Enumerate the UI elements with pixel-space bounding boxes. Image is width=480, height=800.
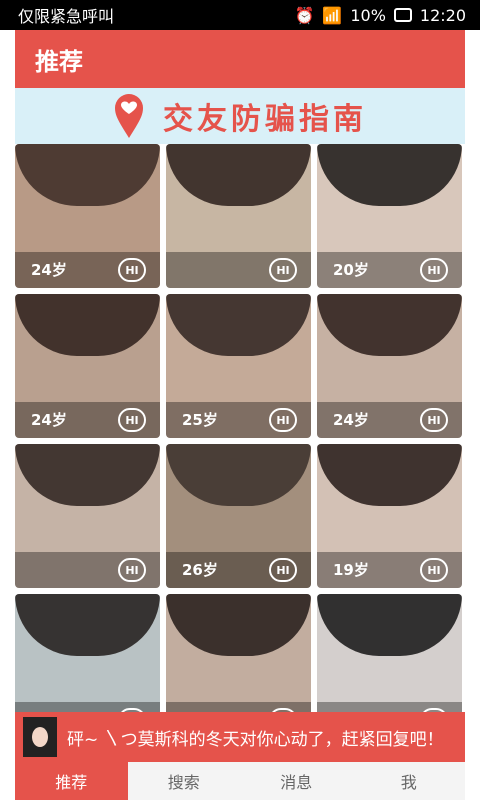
status-time: 12:20 — [419, 5, 466, 25]
profile-photo — [317, 294, 462, 356]
age-label: 24岁 — [31, 261, 67, 279]
age-label: 19岁 — [333, 561, 369, 579]
page-title: 推荐 — [35, 47, 83, 76]
battery-icon — [393, 8, 412, 22]
message-toast[interactable]: 砰~ 〵つ莫斯科的冬天对你心动了，赶紧回复吧！ — [15, 712, 465, 762]
app-bar: 推荐 — [15, 30, 465, 88]
status-right: ⏰ 📶 10% 12:20 — [294, 6, 480, 25]
alarm-icon: ⏰ — [294, 5, 315, 25]
age-label: 26岁 — [182, 561, 218, 579]
profile-card[interactable]: 19岁 HI — [317, 444, 462, 588]
profile-card[interactable]: 24岁 HI — [15, 294, 160, 438]
profile-card[interactable]: HI — [166, 594, 311, 714]
tab-search-label: 搜索 — [167, 773, 200, 792]
tab-me-label: 我 — [400, 773, 417, 792]
say-hi-button[interactable]: HI — [269, 558, 297, 582]
say-hi-button[interactable]: HI — [420, 258, 448, 282]
toast-avatar — [23, 717, 57, 757]
banner-text: 交友防骗指南 — [163, 102, 367, 137]
toast-text: 砰~ 〵つ莫斯科的冬天对你心动了，赶紧回复吧！ — [67, 729, 444, 750]
age-label: 24岁 — [333, 411, 369, 429]
profile-photo — [317, 144, 462, 206]
profile-card[interactable]: 26岁 HI — [166, 444, 311, 588]
profile-grid: 24岁HIHI20岁HI24岁HI25岁HI24岁HIHI26岁HI19岁HIH… — [15, 144, 465, 714]
profile-photo — [166, 444, 311, 506]
profile-photo — [15, 444, 160, 506]
profile-photo — [317, 594, 462, 656]
fraud-guide-banner[interactable]: 交友防骗指南 — [15, 88, 465, 144]
profile-card[interactable]: 24岁 HI — [15, 144, 160, 288]
age-label: 24岁 — [31, 411, 67, 429]
profile-card[interactable]: 25岁 HI — [166, 294, 311, 438]
profile-photo — [166, 594, 311, 656]
profile-card[interactable]: HI — [166, 144, 311, 288]
location-pin-icon — [115, 94, 143, 138]
tab-messages-label: 消息 — [280, 773, 313, 792]
tab-recommend-label: 推荐 — [55, 773, 88, 792]
say-hi-button[interactable]: HI — [269, 258, 297, 282]
profile-card[interactable]: HI — [317, 594, 462, 714]
profile-photo — [317, 444, 462, 506]
battery-text: 10% — [350, 5, 386, 25]
say-hi-button[interactable]: HI — [420, 558, 448, 582]
tab-messages[interactable]: 消息 — [240, 762, 353, 800]
say-hi-button[interactable]: HI — [269, 408, 297, 432]
profile-card[interactable]: 20岁 HI — [317, 144, 462, 288]
status-bar: 仅限紧急呼叫 ⏰ 📶 10% 12:20 — [0, 0, 480, 30]
profile-photo — [15, 144, 160, 206]
say-hi-button[interactable]: HI — [118, 558, 146, 582]
tab-search[interactable]: 搜索 — [128, 762, 241, 800]
profile-photo — [166, 144, 311, 206]
profile-photo — [166, 294, 311, 356]
say-hi-button[interactable]: HI — [118, 408, 146, 432]
wifi-icon: 📶 — [322, 5, 343, 25]
profile-photo — [15, 594, 160, 656]
tab-me[interactable]: 我 — [353, 762, 466, 800]
profile-card[interactable]: 24岁 HI — [317, 294, 462, 438]
profile-card[interactable]: HI — [15, 594, 160, 714]
bottom-tab-bar: 推荐 搜索 消息 我 — [15, 762, 465, 800]
age-label: 20岁 — [333, 261, 369, 279]
profile-photo — [15, 294, 160, 356]
age-label: 25岁 — [182, 411, 218, 429]
say-hi-button[interactable]: HI — [420, 408, 448, 432]
tab-recommend[interactable]: 推荐 — [15, 762, 128, 800]
profile-card[interactable]: HI — [15, 444, 160, 588]
status-left-text: 仅限紧急呼叫 — [18, 7, 115, 26]
say-hi-button[interactable]: HI — [118, 258, 146, 282]
